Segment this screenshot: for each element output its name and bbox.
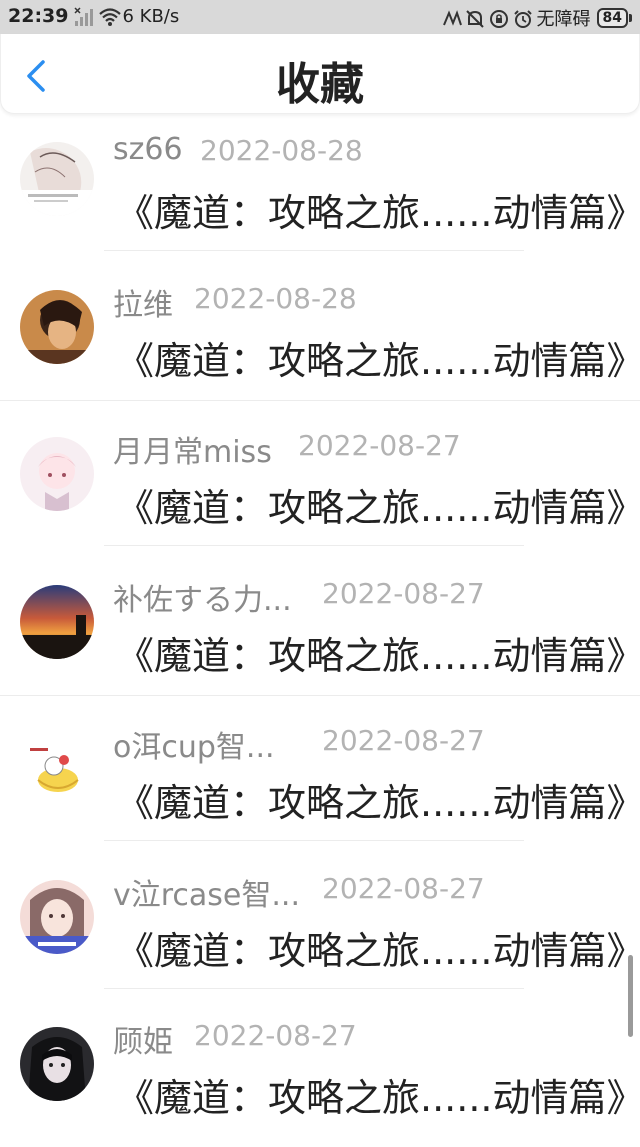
post-title[interactable]: 《魔道：攻略之旅......动情篇》 — [116, 772, 640, 827]
mute-bell-icon — [465, 9, 484, 28]
post-title[interactable]: 《魔道：攻略之旅......动情篇》 — [116, 625, 640, 680]
status-time: 22:39 — [8, 5, 69, 27]
user-name[interactable]: o洱cup智... — [113, 722, 275, 766]
alarm-clock-icon — [513, 9, 532, 28]
post-title[interactable]: 《魔道：攻略之旅......动情篇》 — [116, 330, 640, 385]
post-date: 2022-08-27 — [298, 429, 461, 462]
post-date: 2022-08-27 — [322, 871, 485, 905]
user-name[interactable]: 拉维 — [113, 280, 173, 324]
divider — [104, 545, 524, 546]
divider — [104, 840, 524, 841]
favorites-list: sz66 2022-08-28 《魔道：攻略之旅......动情篇》 拉维 20… — [0, 114, 640, 1147]
post-date: 2022-08-27 — [322, 576, 485, 610]
list-item[interactable]: 顾姫 2022-08-27 《魔道：攻略之旅......动情篇》 — [0, 999, 640, 1147]
user-name[interactable]: 顾姫 — [113, 1017, 173, 1061]
post-date: 2022-08-27 — [322, 724, 485, 757]
post-date: 2022-08-27 — [194, 1019, 357, 1052]
lock-rotation-icon — [489, 9, 508, 28]
post-title[interactable]: 《魔道：攻略之旅......动情篇》 — [116, 477, 640, 532]
list-item[interactable]: 月月常miss 2022-08-27 《魔道：攻略之旅......动情篇》 — [0, 409, 640, 557]
cellular-signal-icon — [74, 7, 94, 26]
list-item[interactable]: 拉维 2022-08-28 《魔道：攻略之旅......动情篇》 — [0, 262, 640, 410]
avatar[interactable] — [20, 289, 94, 364]
user-name[interactable]: v泣rcase智... — [113, 870, 300, 914]
post-date: 2022-08-28 — [200, 134, 363, 167]
divider — [104, 987, 524, 989]
divider — [0, 399, 640, 401]
scrollbar[interactable] — [628, 955, 633, 1037]
user-name[interactable]: sz66 — [113, 132, 183, 167]
list-item[interactable]: o洱cup智... 2022-08-27 《魔道：攻略之旅......动情篇》 — [0, 704, 640, 852]
list-item[interactable]: sz66 2022-08-28 《魔道：攻略之旅......动情篇》 — [0, 114, 640, 262]
list-item[interactable]: v泣rcase智... 2022-08-27 《魔道：攻略之旅......动情篇… — [0, 852, 640, 1000]
hd-voice-icon — [441, 9, 462, 27]
header-bar: 收藏 — [0, 34, 640, 114]
avatar[interactable] — [20, 1027, 94, 1101]
user-name[interactable]: 月月常miss — [113, 427, 272, 471]
avatar[interactable] — [20, 437, 94, 511]
battery-icon: 84 — [596, 8, 632, 28]
post-title[interactable]: 《魔道：攻略之旅......动情篇》 — [116, 920, 640, 975]
status-bar: 22:39 6 KB/s 无障碍 84 — [0, 0, 640, 34]
post-date: 2022-08-28 — [194, 281, 357, 315]
avatar[interactable] — [20, 732, 94, 806]
wifi-icon — [98, 7, 122, 26]
page-title: 收藏 — [276, 59, 364, 110]
divider — [0, 694, 640, 696]
avatar[interactable] — [20, 879, 94, 954]
avatar[interactable] — [20, 584, 94, 659]
list-item[interactable]: 补佐する力... 2022-08-27 《魔道：攻略之旅......动情篇》 — [0, 557, 640, 705]
accessibility-status: 无障碍 — [536, 9, 591, 30]
battery-level: 84 — [596, 8, 628, 28]
post-title[interactable]: 《魔道：攻略之旅......动情篇》 — [116, 182, 640, 237]
user-name[interactable]: 补佐する力... — [113, 575, 292, 619]
post-title[interactable]: 《魔道：攻略之旅......动情篇》 — [116, 1067, 640, 1122]
network-speed: 6 KB/s — [122, 5, 180, 27]
divider — [104, 250, 524, 251]
avatar[interactable] — [20, 142, 94, 216]
